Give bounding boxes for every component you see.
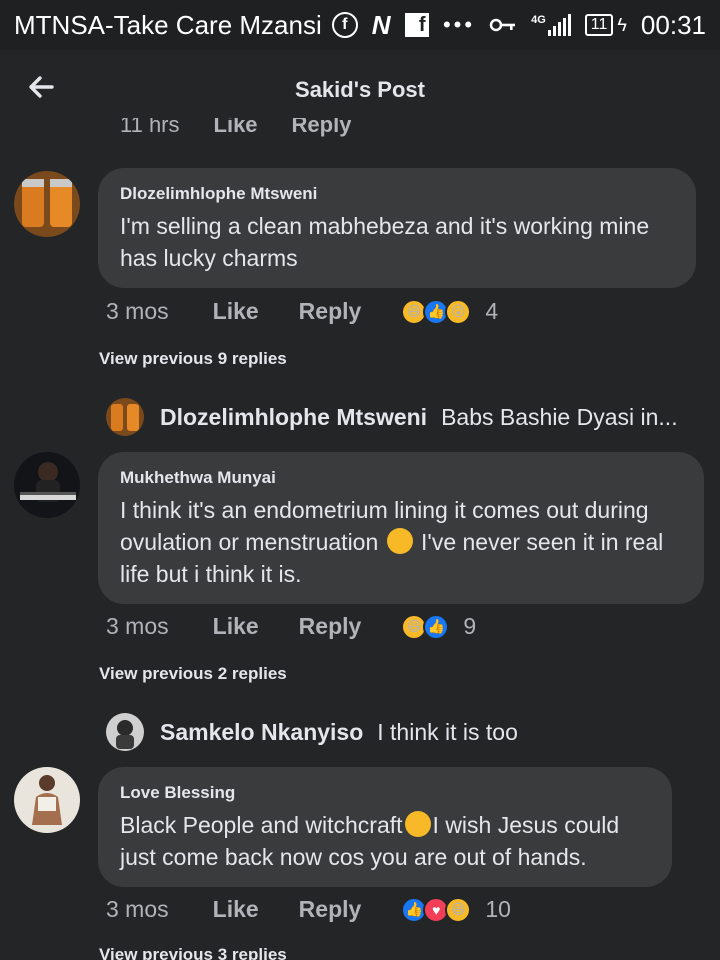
haha-reaction-icon: 😆 — [445, 896, 472, 923]
reply-text: Babs Bashie Dyasi in... — [441, 403, 678, 430]
comment-author[interactable]: Dlozelimhlophe Mtsweni — [120, 184, 674, 204]
battery-level: 11 — [590, 16, 608, 33]
page-title: Sakid's Post — [295, 77, 425, 102]
comment-time: 11 hrs — [120, 118, 180, 137]
network-type: 4G — [531, 14, 546, 26]
comment-actions: 3 mos Like Reply 😆 👍 9 — [106, 613, 476, 640]
notification-icons: f N f — [331, 9, 429, 41]
laughing-emoji-icon — [386, 528, 413, 554]
status-right: ••• 4G 11 ϟ 00:31 — [443, 0, 706, 50]
avatar — [106, 398, 144, 436]
like-reaction-icon: 👍 — [423, 613, 450, 640]
comment-text: Black People and witchcraft I wish Jesus … — [120, 809, 650, 873]
like-button[interactable]: Like — [213, 298, 259, 325]
avatar[interactable] — [14, 171, 80, 237]
vpn-key-icon — [489, 18, 516, 32]
comment-bubble[interactable]: Love Blessing Black People and witchcraf… — [98, 767, 672, 887]
eye-roll-emoji-icon — [404, 811, 431, 837]
comment-bubble[interactable]: Mukhethwa Munyai I think it's an endomet… — [98, 452, 704, 604]
reply-preview[interactable]: Samkelo Nkanyiso I think it is too — [106, 713, 518, 751]
reply-button[interactable]: Reply — [299, 896, 362, 923]
avatar[interactable] — [14, 452, 80, 518]
comment-bubble[interactable]: Dlozelimhlophe Mtsweni I'm selling a cle… — [98, 168, 696, 288]
more-notifications-icon: ••• — [442, 12, 476, 37]
reactions[interactable]: 😆 👍 😮 — [401, 298, 472, 325]
comment-time: 3 mos — [106, 298, 169, 324]
comments-list[interactable]: 11 hrs Like Reply Dlozelimhlophe Mtsweni… — [0, 118, 720, 960]
reply-button[interactable]: Reply — [299, 298, 362, 325]
reply-button[interactable]: Reply — [292, 118, 352, 137]
reaction-count: 10 — [485, 896, 511, 922]
like-button[interactable]: Like — [214, 118, 258, 137]
reply-button[interactable]: Reply — [299, 613, 362, 640]
reaction-count: 9 — [463, 613, 477, 639]
comment-actions: 3 mos Like Reply 😆 👍 😮 4 — [106, 298, 498, 325]
comment-actions: 3 mos Like Reply 👍 ♥ 😆 10 — [106, 896, 511, 923]
view-previous-replies-link[interactable]: View previous 3 replies — [99, 945, 287, 960]
comment-text: I'm selling a clean mabhebeza and it's w… — [120, 213, 650, 271]
facebook-icon: f — [404, 13, 429, 37]
like-button[interactable]: Like — [213, 613, 259, 640]
status-bar: MTNSA-Take Care Mzansi f N f ••• 4G 11 ϟ… — [0, 0, 720, 50]
comment-author[interactable]: Mukhethwa Munyai — [120, 468, 682, 488]
avatar — [106, 713, 144, 751]
battery-icon: 11 — [584, 14, 614, 36]
reactions[interactable]: 😆 👍 — [401, 613, 450, 640]
partial-actions-row: 11 hrs Like Reply — [120, 118, 351, 142]
reactions[interactable]: 👍 ♥ 😆 — [401, 896, 472, 923]
charging-icon: ϟ — [617, 14, 627, 35]
reply-author[interactable]: Dlozelimhlophe Mtsweni — [160, 404, 427, 431]
reply-text: I think it is too — [377, 718, 518, 745]
reply-preview[interactable]: Dlozelimhlophe Mtsweni Babs Bashie Dyasi… — [106, 398, 678, 436]
avatar[interactable] — [14, 767, 80, 833]
signal-icon — [547, 14, 571, 36]
carrier-name: MTNSA-Take Care Mzansi — [14, 9, 322, 40]
comment-text-part: Black People and witchcraft — [120, 812, 403, 838]
wow-reaction-icon: 😮 — [445, 298, 472, 325]
comment-time: 3 mos — [106, 613, 169, 639]
view-previous-replies-link[interactable]: View previous 2 replies — [99, 664, 287, 684]
clock: 00:31 — [640, 9, 706, 40]
like-button[interactable]: Like — [213, 896, 259, 923]
comment-text: I think it's an endometrium lining it co… — [120, 494, 682, 590]
comment-author[interactable]: Love Blessing — [120, 783, 650, 803]
arrow-left-icon[interactable] — [26, 72, 56, 102]
view-previous-replies-link[interactable]: View previous 9 replies — [99, 349, 287, 369]
news-app-icon: N — [371, 9, 391, 40]
comment-time: 3 mos — [106, 896, 169, 922]
facebook-messenger-icon: f — [331, 12, 358, 38]
reaction-count: 4 — [485, 298, 499, 324]
reply-author[interactable]: Samkelo Nkanyiso — [160, 719, 363, 746]
